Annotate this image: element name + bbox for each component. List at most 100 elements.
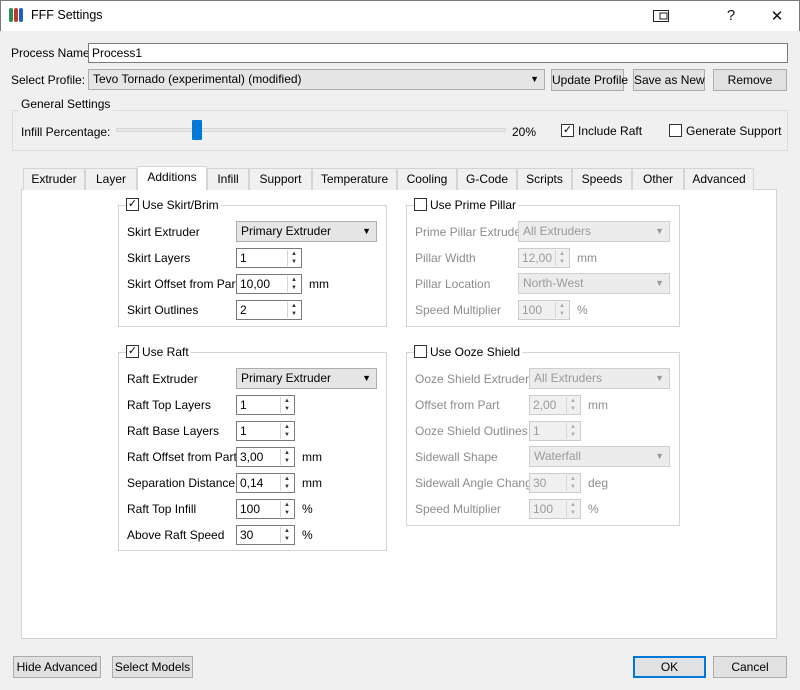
spin-arrows-icon[interactable]: ▲ ▼ [280,527,293,543]
sidewall-shape-value: Waterfall [534,449,581,463]
raft-base-layers-spinbox[interactable]: 1 ▲ ▼ [236,421,295,441]
spin-arrows-icon[interactable]: ▲ ▼ [566,501,579,517]
generate-support-checkbox[interactable] [669,124,682,137]
remove-button[interactable]: Remove [713,69,787,91]
tab-scripts[interactable]: Scripts [517,168,572,190]
infill-slider-track[interactable] [116,128,506,132]
spin-arrows-icon[interactable]: ▲ ▼ [287,302,300,318]
skirt-layers-spinbox[interactable]: 1 ▲ ▼ [236,248,302,268]
spin-arrows-icon[interactable]: ▲ ▼ [280,501,293,517]
spin-arrows-icon[interactable]: ▲ ▼ [566,423,579,439]
ooze-speed-multiplier-unit: % [588,502,599,516]
spin-arrows-icon[interactable]: ▲ ▼ [287,276,300,292]
prime-speed-multiplier-label: Speed Multiplier [415,303,502,317]
skirt-extruder-value: Primary Extruder [241,224,332,238]
prime-pillar-extruder-dropdown[interactable]: All Extruders ▼ [518,221,670,242]
ooze-offset-spinbox[interactable]: 2,00 ▲ ▼ [529,395,581,415]
use-raft-label[interactable]: Use Raft [140,345,191,359]
raft-base-layers-value: 1 [240,424,247,438]
select-models-button[interactable]: Select Models [112,656,193,678]
spin-arrows-icon[interactable]: ▲ ▼ [566,397,579,413]
save-as-new-button[interactable]: Save as New [633,69,705,91]
separation-distance-spinbox[interactable]: 0,14 ▲ ▼ [236,473,295,493]
help-button[interactable]: ? [708,0,754,31]
process-name-input[interactable]: Process1 [88,43,788,63]
spin-arrows-icon[interactable]: ▲ ▼ [566,475,579,491]
use-raft-checkbox[interactable]: ✓ [126,345,139,358]
tab-gcode[interactable]: G-Code [457,168,517,190]
ooze-outlines-value: 1 [533,424,540,438]
ooze-shield-extruder-dropdown[interactable]: All Extruders ▼ [529,368,670,389]
skirt-layers-value: 1 [240,251,247,265]
sidewall-angle-spinbox[interactable]: 30 ▲ ▼ [529,473,581,493]
use-prime-pillar-checkbox[interactable] [414,198,427,211]
hide-advanced-button[interactable]: Hide Advanced [13,656,101,678]
ooze-shield-extruder-value: All Extruders [534,371,603,385]
ok-button[interactable]: OK [633,656,706,678]
raft-extruder-dropdown[interactable]: Primary Extruder ▼ [236,368,377,389]
tab-layer[interactable]: Layer [85,168,137,190]
raft-top-infill-value: 100 [240,502,261,516]
spin-arrows-icon[interactable]: ▲ ▼ [280,423,293,439]
skirt-offset-spinbox[interactable]: 10,00 ▲ ▼ [236,274,302,294]
pillar-location-label: Pillar Location [415,277,491,291]
prime-speed-multiplier-value: 100 [522,303,543,317]
sidewall-angle-unit: deg [588,476,609,490]
use-skirt-label[interactable]: Use Skirt/Brim [140,198,221,212]
spin-arrows-icon[interactable]: ▲ ▼ [287,250,300,266]
tab-support[interactable]: Support [249,168,312,190]
pillar-location-dropdown[interactable]: North-West ▼ [518,273,670,294]
spin-arrows-icon[interactable]: ▲ ▼ [555,250,568,266]
generate-support-label[interactable]: Generate Support [686,124,781,138]
prime-speed-multiplier-spinbox[interactable]: 100 ▲ ▼ [518,300,570,320]
use-ooze-shield-label[interactable]: Use Ooze Shield [428,345,523,359]
process-name-label: Process Name: [11,46,94,60]
raft-top-layers-spinbox[interactable]: 1 ▲ ▼ [236,395,295,415]
skirt-outlines-spinbox[interactable]: 2 ▲ ▼ [236,300,302,320]
tab-speeds[interactable]: Speeds [572,168,632,190]
tab-infill[interactable]: Infill [207,168,249,190]
spin-arrows-icon[interactable]: ▲ ▼ [280,397,293,413]
use-skirt-checkbox[interactable]: ✓ [126,198,139,211]
ooze-speed-multiplier-label: Speed Multiplier [415,502,502,516]
raft-top-infill-spinbox[interactable]: 100 ▲ ▼ [236,499,295,519]
use-ooze-shield-checkbox[interactable] [414,345,427,358]
tab-advanced[interactable]: Advanced [684,168,754,190]
profile-dropdown-value: Tevo Tornado (experimental) (modified) [93,72,302,86]
raft-top-infill-label: Raft Top Infill [127,502,197,516]
close-button[interactable]: ✕ [754,0,800,31]
spin-arrows-icon[interactable]: ▲ ▼ [555,302,568,318]
ooze-speed-multiplier-value: 100 [533,502,554,516]
infill-slider-thumb[interactable] [192,120,202,140]
tab-other[interactable]: Other [632,168,684,190]
use-prime-pillar-label[interactable]: Use Prime Pillar [428,198,519,212]
skirt-offset-label: Skirt Offset from Part [127,277,239,291]
sidewall-shape-dropdown[interactable]: Waterfall ▼ [529,446,670,467]
skirt-layers-label: Skirt Layers [127,251,191,265]
spin-arrows-icon[interactable]: ▲ ▼ [280,449,293,465]
ooze-outlines-spinbox[interactable]: 1 ▲ ▼ [529,421,581,441]
cancel-button[interactable]: Cancel [713,656,787,678]
pillar-location-value: North-West [523,276,584,290]
tab-cooling[interactable]: Cooling [397,168,457,190]
update-profile-button[interactable]: Update Profile [551,69,628,91]
raft-offset-spinbox[interactable]: 3,00 ▲ ▼ [236,447,295,467]
ooze-speed-multiplier-spinbox[interactable]: 100 ▲ ▼ [529,499,581,519]
profile-dropdown[interactable]: Tevo Tornado (experimental) (modified) ▼ [88,69,545,90]
prime-pillar-extruder-label: Prime Pillar Extruder [415,225,526,239]
include-raft-checkbox[interactable]: ✓ [561,124,574,137]
context-help-icon[interactable] [638,0,684,31]
ooze-shield-extruder-label: Ooze Shield Extruder [415,372,530,386]
spin-arrows-icon[interactable]: ▲ ▼ [280,475,293,491]
dropdown-arrow-icon: ▼ [362,226,371,236]
above-raft-speed-spinbox[interactable]: 30 ▲ ▼ [236,525,295,545]
include-raft-label[interactable]: Include Raft [578,124,642,138]
dropdown-arrow-icon: ▼ [655,373,664,383]
general-settings-title: General Settings [18,97,114,111]
tab-extruder[interactable]: Extruder [23,168,85,190]
pillar-width-spinbox[interactable]: 12,00 ▲ ▼ [518,248,570,268]
tab-additions[interactable]: Additions [137,166,207,190]
tab-temperature[interactable]: Temperature [312,168,397,190]
skirt-extruder-dropdown[interactable]: Primary Extruder ▼ [236,221,377,242]
infill-percentage-value: 20% [512,125,537,139]
